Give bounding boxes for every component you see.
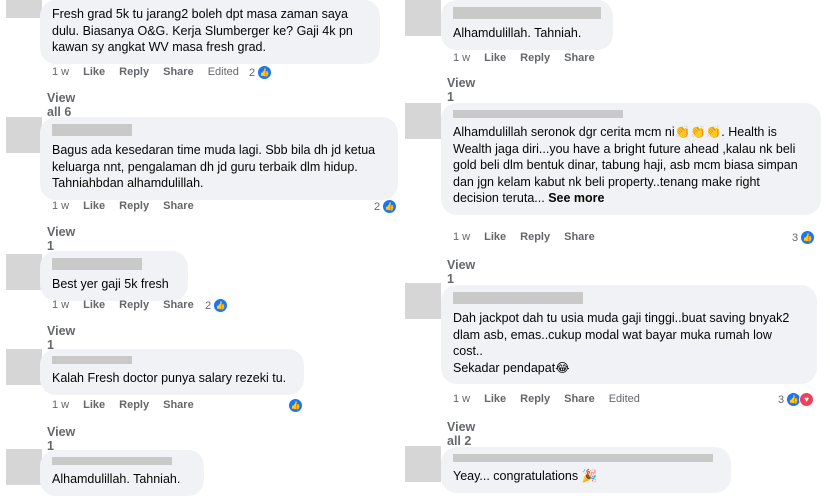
avatar[interactable]: [405, 283, 441, 319]
reply-button[interactable]: Reply: [520, 231, 550, 243]
comment-time[interactable]: 1 w: [52, 399, 69, 411]
avatar[interactable]: [6, 117, 42, 153]
reaction-number: 2: [205, 299, 212, 312]
like-button[interactable]: Like: [484, 393, 506, 405]
comment-time[interactable]: 1 w: [453, 231, 470, 243]
comment-time[interactable]: 1 w: [52, 299, 69, 311]
comment-actions: 1 w Like Reply Share Edited: [453, 393, 640, 405]
reaction-number: 3: [778, 393, 785, 406]
see-more-link[interactable]: See more: [548, 191, 604, 205]
reaction-count[interactable]: 👍: [288, 398, 303, 413]
comment-actions: 1 w Like Reply Share: [52, 299, 194, 311]
reaction-count[interactable]: 3 👍: [792, 230, 816, 245]
comment-bubble: Alhamdulillah. Tahniah.: [40, 450, 204, 496]
reply-button[interactable]: Reply: [520, 52, 550, 64]
redacted-author-name: [52, 124, 132, 136]
share-button[interactable]: Share: [564, 231, 595, 243]
share-button[interactable]: Share: [163, 299, 194, 311]
comment-text: Alhamdulillah seronok dgr cerita mcm ni👏…: [453, 125, 798, 205]
like-button[interactable]: Like: [83, 299, 105, 311]
comment-actions: 1 w Like Reply Share: [52, 399, 194, 411]
like-button[interactable]: Like: [484, 52, 506, 64]
thumbs-up-icon: 👍: [213, 298, 229, 313]
reply-button[interactable]: Reply: [119, 399, 149, 411]
share-button[interactable]: Share: [564, 52, 595, 64]
share-button[interactable]: Share: [564, 393, 595, 405]
comment-bubble: Fresh grad 5k tu jarang2 boleh dpt masa …: [40, 0, 380, 64]
edited-label: Edited: [608, 393, 640, 405]
edited-label: Edited: [207, 66, 239, 78]
like-button[interactable]: Like: [484, 231, 506, 243]
like-button[interactable]: Like: [83, 399, 105, 411]
share-button[interactable]: Share: [163, 66, 194, 78]
redacted-author-name: [52, 457, 172, 465]
redacted-author-name: [52, 258, 142, 270]
avatar[interactable]: [6, 0, 42, 18]
reaction-count[interactable]: 2 👍: [205, 298, 229, 313]
avatar[interactable]: [6, 449, 42, 485]
share-button[interactable]: Share: [163, 399, 194, 411]
redacted-author-name: [453, 7, 601, 19]
reaction-count[interactable]: 3 👍 ♥: [778, 392, 815, 407]
comment-actions: 1 w Like Reply Share: [453, 52, 595, 64]
comment-text: Alhamdulillah. Tahniah.: [453, 26, 582, 40]
comment-time[interactable]: 1 w: [52, 66, 69, 78]
comment-text: Fresh grad 5k tu jarang2 boleh dpt masa …: [52, 7, 353, 54]
comment-bubble: Alhamdulillah seronok dgr cerita mcm ni👏…: [441, 103, 821, 215]
thumbs-up-icon: 👍: [288, 398, 303, 413]
reaction-count[interactable]: 2 👍: [249, 65, 273, 80]
avatar[interactable]: [6, 254, 42, 290]
reply-button[interactable]: Reply: [119, 66, 149, 78]
comment-text: Dah jackpot dah tu usia muda gaji tinggi…: [453, 311, 790, 375]
reply-button[interactable]: Reply: [520, 393, 550, 405]
thumbs-up-icon: 👍: [382, 199, 398, 214]
comment-bubble: Bagus ada kesedaran time muda lagi. Sbb …: [40, 117, 398, 200]
comment-actions: 1 w Like Reply Share: [52, 200, 194, 212]
comment-actions: 1 w Like Reply Share Edited: [52, 66, 239, 78]
thumbs-up-icon: 👍: [800, 230, 816, 245]
avatar[interactable]: [6, 349, 42, 385]
comment-time[interactable]: 1 w: [453, 52, 470, 64]
redacted-author-name: [453, 292, 583, 304]
reaction-number: 2: [374, 200, 381, 213]
redacted-author-name: [52, 356, 132, 364]
comment-text: Alhamdulillah. Tahniah.: [52, 472, 181, 486]
thumbs-up-icon: 👍: [257, 65, 273, 80]
comment-bubble: Best yer gaji 5k fresh: [40, 251, 188, 301]
comment-time[interactable]: 1 w: [453, 393, 470, 405]
reply-button[interactable]: Reply: [119, 299, 149, 311]
avatar[interactable]: [405, 103, 441, 139]
avatar[interactable]: [405, 0, 441, 36]
comment-text: Best yer gaji 5k fresh: [52, 277, 169, 291]
share-button[interactable]: Share: [163, 200, 194, 212]
comment-text: Yeay... congratulations 🎉: [453, 469, 598, 483]
comment-time[interactable]: 1 w: [52, 200, 69, 212]
redacted-author-name: [453, 454, 713, 462]
reply-button[interactable]: Reply: [119, 200, 149, 212]
comment-bubble: Alhamdulillah. Tahniah.: [441, 0, 613, 50]
comment-actions: 1 w Like Reply Share: [453, 231, 595, 243]
comment-bubble: Dah jackpot dah tu usia muda gaji tinggi…: [441, 285, 817, 384]
like-button[interactable]: Like: [83, 66, 105, 78]
comment-text: Bagus ada kesedaran time muda lagi. Sbb …: [52, 143, 376, 190]
comment-bubble: Yeay... congratulations 🎉: [441, 447, 731, 493]
redacted-author-name: [453, 110, 623, 118]
comment-text: Kalah Fresh doctor punya salary rezeki t…: [52, 371, 287, 385]
heart-icon: ♥: [799, 392, 815, 407]
like-button[interactable]: Like: [83, 200, 105, 212]
reaction-number: 2: [249, 66, 256, 79]
reaction-number: 3: [792, 231, 799, 244]
reaction-count[interactable]: 2 👍: [374, 199, 398, 214]
avatar[interactable]: [405, 446, 441, 482]
comment-bubble: Kalah Fresh doctor punya salary rezeki t…: [40, 349, 304, 395]
